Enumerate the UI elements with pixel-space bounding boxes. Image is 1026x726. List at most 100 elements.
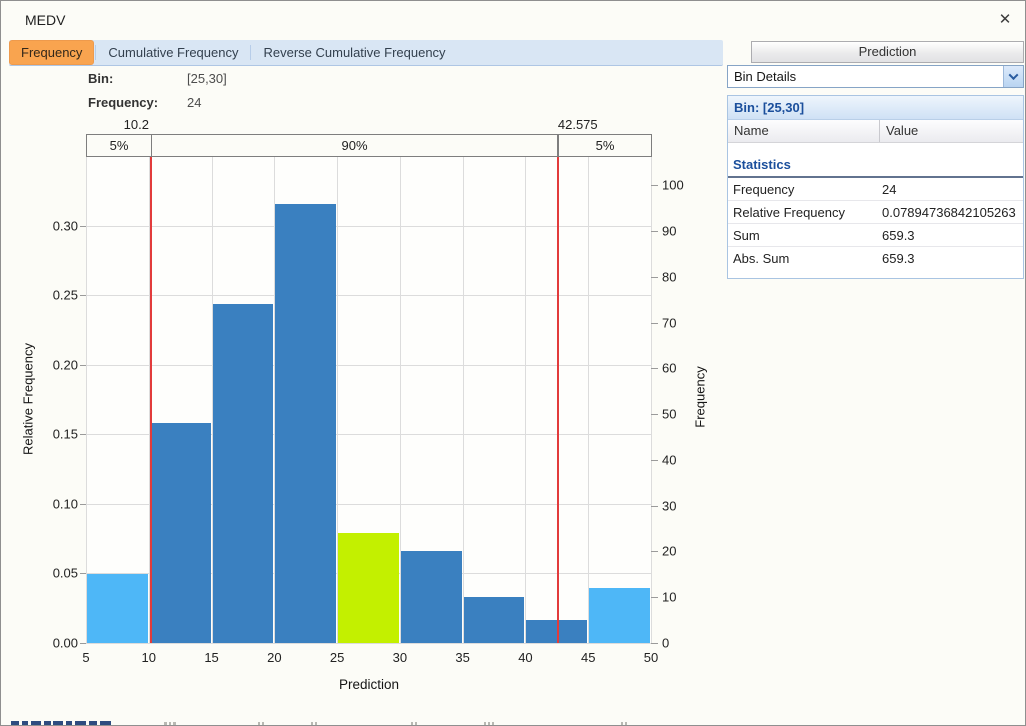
dropdown-selected-value: Bin Details (734, 66, 796, 87)
right-axis-tick (651, 368, 658, 369)
x-axis-tick-label: 30 (393, 650, 407, 665)
clipped-text-fragment (22, 721, 28, 726)
clipped-text-fragment (484, 722, 486, 726)
histogram-bar-[25,30)[interactable] (338, 533, 399, 643)
statistics-row: Relative Frequency0.07894736842105263 (728, 201, 1023, 224)
right-axis-tick-label: 20 (662, 544, 676, 559)
right-axis-tick-label: 70 (662, 315, 676, 330)
percentile-line (557, 156, 559, 643)
clipped-text-fragment (66, 721, 72, 726)
left-axis-tick-label: 0.30 (53, 218, 78, 233)
x-axis-tick-label: 25 (330, 650, 344, 665)
clipped-text-fragment (169, 722, 171, 726)
statistics-row: Frequency24 (728, 178, 1023, 201)
histogram-bar-[15,20)[interactable] (213, 304, 274, 643)
x-axis-tick-label: 45 (581, 650, 595, 665)
x-axis-tick-label: 15 (204, 650, 218, 665)
statistics-section-header: Statistics (728, 153, 1023, 178)
x-axis-tick-label: 5 (82, 650, 89, 665)
table-spacer (728, 143, 1023, 153)
left-axis-tick (80, 573, 86, 574)
clipped-text-fragment (311, 722, 313, 726)
column-value: Value (880, 120, 1023, 142)
plot-area (86, 156, 651, 643)
gridline-vertical (463, 156, 464, 643)
histogram-window: MEDV ✕ FrequencyCumulative FrequencyReve… (0, 0, 1026, 726)
right-axis-tick-label: 10 (662, 590, 676, 605)
right-axis-tick-label: 50 (662, 407, 676, 422)
stat-value: 659.3 (880, 228, 1023, 243)
bin-details-title: Bin: [25,30] (728, 96, 1023, 120)
x-axis-tick-label: 20 (267, 650, 281, 665)
clipped-text-fragment (258, 722, 260, 726)
clipped-text-fragment (621, 722, 623, 726)
clipped-text-fragment (164, 722, 167, 726)
gridline-vertical (651, 156, 652, 643)
stat-name: Sum (728, 228, 880, 243)
x-axis-title: Prediction (339, 677, 399, 692)
bin-details-table: Bin: [25,30] Name Value Statistics Frequ… (727, 95, 1024, 279)
statistics-row: Sum659.3 (728, 224, 1023, 247)
clipped-text-fragment (488, 722, 490, 726)
percentile-line (150, 156, 152, 643)
close-icon[interactable]: ✕ (994, 9, 1016, 31)
x-axis-tick-label: 10 (142, 650, 156, 665)
right-axis-tick-label: 30 (662, 498, 676, 513)
clipped-text-fragment (262, 722, 264, 726)
gridline-horizontal (86, 643, 651, 644)
left-axis-tick-label: 0.25 (53, 288, 78, 303)
clipped-text-fragment (11, 721, 19, 726)
clipped-text-fragment (100, 721, 111, 726)
left-axis-tick (80, 504, 86, 505)
histogram-bar-[5,10)[interactable] (87, 574, 148, 643)
percentile-segment: 90% (151, 134, 558, 157)
gridline-vertical (86, 156, 87, 643)
right-axis-tick (651, 231, 658, 232)
right-axis-title: Frequency (693, 366, 708, 427)
left-axis-tick-label: 0.20 (53, 357, 78, 372)
histogram-bar-[30,35)[interactable] (401, 551, 462, 643)
right-axis-tick (651, 460, 658, 461)
lower-percentile-value: 10.2 (124, 117, 149, 132)
left-axis-tick (80, 226, 86, 227)
right-axis-tick-label: 90 (662, 224, 676, 239)
x-axis-tick-label: 40 (518, 650, 532, 665)
right-axis-tick-label: 40 (662, 452, 676, 467)
right-axis-tick (651, 414, 658, 415)
histogram-bar-[10,15)[interactable] (150, 423, 211, 643)
statistics-rows: Frequency24Relative Frequency0.078947368… (728, 178, 1023, 270)
stat-value: 24 (880, 182, 1023, 197)
right-axis-tick (651, 506, 658, 507)
right-axis-tick-label: 0 (662, 636, 669, 651)
right-axis-tick-label: 60 (662, 361, 676, 376)
right-axis-tick (651, 551, 658, 552)
histogram-bar-[45,50][interactable] (589, 588, 650, 643)
clipped-text-fragment (492, 722, 494, 726)
clipped-text-fragment (625, 722, 627, 726)
left-axis-tick-label: 0.10 (53, 496, 78, 511)
left-axis-tick (80, 434, 86, 435)
clipped-text-fragment (411, 722, 413, 726)
clipped-text-fragment (415, 722, 417, 726)
clipped-text-fragment (53, 721, 63, 726)
right-axis-tick (651, 185, 658, 186)
gridline-horizontal (86, 365, 651, 366)
stat-value: 659.3 (880, 251, 1023, 266)
stat-name: Abs. Sum (728, 251, 880, 266)
right-axis-tick (651, 277, 658, 278)
upper-percentile-value: 42.575 (558, 117, 598, 132)
column-header-prediction[interactable]: Prediction (751, 41, 1024, 63)
histogram-chart: 10.2 42.575 Relative Frequency Frequency… (1, 1, 727, 701)
clipped-text-fragment (315, 722, 317, 726)
clipped-text-fragment (75, 721, 86, 726)
clipped-text-fragment (31, 721, 41, 726)
clipped-text-fragment (173, 722, 176, 726)
dropdown-button[interactable] (1003, 66, 1023, 87)
histogram-bar-[20,25)[interactable] (275, 204, 336, 643)
left-axis-tick-label: 0.05 (53, 566, 78, 581)
right-axis-tick (651, 323, 658, 324)
detail-view-dropdown[interactable]: Bin Details (727, 65, 1024, 88)
percentile-segment: 5% (558, 134, 652, 157)
histogram-bar-[35,40)[interactable] (464, 597, 525, 643)
gridline-vertical (588, 156, 589, 643)
